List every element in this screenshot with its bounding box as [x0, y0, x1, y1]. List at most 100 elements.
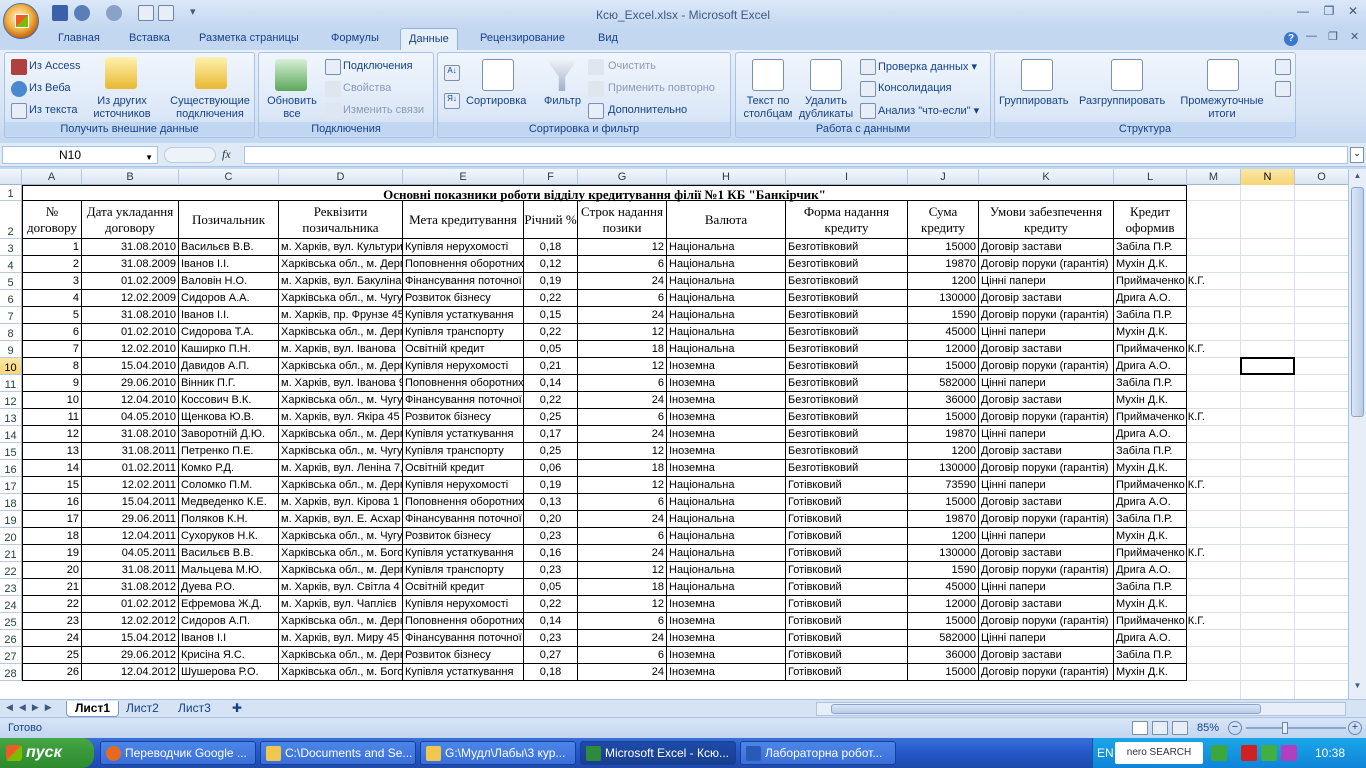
table-cell[interactable]: 45000: [908, 579, 979, 596]
table-cell[interactable]: м. Харків, вул. Світла 4: [279, 579, 403, 596]
from-access-button[interactable]: Из Access: [29, 60, 80, 72]
table-cell[interactable]: 6: [578, 290, 667, 307]
table-cell[interactable]: Петренко П.Е.: [179, 443, 279, 460]
row-header[interactable]: 11: [0, 375, 22, 392]
table-cell[interactable]: Купівля устаткування: [403, 426, 524, 443]
table-cell[interactable]: 12: [578, 324, 667, 341]
table-cell[interactable]: 12.04.2011: [82, 528, 179, 545]
table-cell[interactable]: 1200: [908, 528, 979, 545]
remove-duplicates-button[interactable]: Удалить дубликаты: [798, 95, 854, 121]
table-cell[interactable]: Готівковий: [786, 511, 908, 528]
task-word-lab[interactable]: Лабораторна робот...: [740, 741, 896, 765]
tab-view[interactable]: Вид: [598, 32, 618, 44]
column-title[interactable]: Річний %: [524, 201, 578, 239]
table-cell[interactable]: 29.06.2011: [82, 511, 179, 528]
tray-app-icon[interactable]: [1261, 745, 1277, 761]
table-cell[interactable]: Харківська обл., м. Дерг: [279, 477, 403, 494]
active-cell-selection[interactable]: [1240, 357, 1295, 375]
advanced-button[interactable]: Дополнительно: [608, 104, 687, 116]
table-cell[interactable]: Договір застави: [979, 494, 1114, 511]
table-cell[interactable]: 3: [22, 273, 82, 290]
row-header[interactable]: 17: [0, 477, 22, 494]
table-cell[interactable]: 0,12: [524, 256, 578, 273]
task-documents-folder[interactable]: C:\Documents and Se...: [260, 741, 416, 765]
tab-insert[interactable]: Вставка: [129, 32, 170, 44]
table-cell[interactable]: Освітній кредит: [403, 341, 524, 358]
table-cell[interactable]: 15000: [908, 664, 979, 681]
table-cell[interactable]: Національна: [667, 256, 786, 273]
table-cell[interactable]: Цінні папери: [979, 630, 1114, 647]
table-cell[interactable]: 15.04.2010: [82, 358, 179, 375]
table-cell[interactable]: Договір застави: [979, 392, 1114, 409]
show-detail-icon[interactable]: [1275, 59, 1291, 75]
table-cell[interactable]: 12: [578, 358, 667, 375]
row-header[interactable]: 5: [0, 273, 22, 290]
table-cell[interactable]: Цінні папери: [979, 375, 1114, 392]
row-header[interactable]: 9: [0, 341, 22, 358]
table-cell[interactable]: 0,27: [524, 647, 578, 664]
table-cell[interactable]: 73590: [908, 477, 979, 494]
table-cell[interactable]: Іноземна: [667, 647, 786, 664]
table-cell[interactable]: 0,13: [524, 494, 578, 511]
table-cell[interactable]: Поповнення оборотних: [403, 494, 524, 511]
column-header-f[interactable]: F: [524, 169, 578, 185]
table-cell[interactable]: 7: [22, 341, 82, 358]
sheet-title[interactable]: Основні показники роботи відділу кредиту…: [22, 185, 1187, 202]
arrow-icon[interactable]: [1211, 745, 1227, 761]
hide-detail-icon[interactable]: [1275, 81, 1291, 97]
table-cell[interactable]: Мальцева М.Ю.: [179, 562, 279, 579]
table-cell[interactable]: 0,18: [524, 664, 578, 681]
table-cell[interactable]: Цінні папери: [979, 324, 1114, 341]
tray-app2-icon[interactable]: [1281, 745, 1297, 761]
table-cell[interactable]: 20: [22, 562, 82, 579]
table-cell[interactable]: Національна: [667, 579, 786, 596]
table-cell[interactable]: 01.02.2011: [82, 460, 179, 477]
table-cell[interactable]: 18: [578, 341, 667, 358]
table-cell[interactable]: Дрига А.О.: [1114, 426, 1187, 443]
table-cell[interactable]: 130000: [908, 290, 979, 307]
table-cell[interactable]: Фінансування поточної: [403, 630, 524, 647]
table-cell[interactable]: 11: [22, 409, 82, 426]
table-cell[interactable]: Національна: [667, 511, 786, 528]
table-cell[interactable]: Купівля нерухомості: [403, 596, 524, 613]
column-title[interactable]: Мета кредитування: [403, 201, 524, 239]
row-header[interactable]: 7: [0, 307, 22, 324]
table-cell[interactable]: 24: [578, 511, 667, 528]
table-cell[interactable]: Іноземна: [667, 664, 786, 681]
row-header[interactable]: 26: [0, 630, 22, 647]
table-cell[interactable]: Васильєв В.В.: [179, 239, 279, 256]
table-cell[interactable]: 0,23: [524, 528, 578, 545]
table-cell[interactable]: 0,22: [524, 324, 578, 341]
table-cell[interactable]: Договір поруки (гарантія): [979, 460, 1114, 477]
table-cell[interactable]: Національна: [667, 562, 786, 579]
table-cell[interactable]: Національна: [667, 528, 786, 545]
table-cell[interactable]: 15: [22, 477, 82, 494]
table-cell[interactable]: Безготівковий: [786, 239, 908, 256]
table-cell[interactable]: Харківська обл., м. Бого: [279, 664, 403, 681]
scroll-up-icon[interactable]: ▲: [1351, 171, 1364, 185]
table-cell[interactable]: 15000: [908, 358, 979, 375]
row-header[interactable]: 15: [0, 443, 22, 460]
text-to-columns-button[interactable]: Текст по столбцам: [740, 95, 796, 121]
table-cell[interactable]: Безготівковий: [786, 375, 908, 392]
table-cell[interactable]: 8: [22, 358, 82, 375]
table-cell[interactable]: 0,06: [524, 460, 578, 477]
table-cell[interactable]: Харківська обл., м. Дерг: [279, 324, 403, 341]
table-cell[interactable]: 582000: [908, 375, 979, 392]
table-cell[interactable]: м. Харків, пр. Фрунзе 45: [279, 307, 403, 324]
table-cell[interactable]: Приймаченко К.Г.: [1114, 477, 1205, 494]
table-cell[interactable]: 01.02.2009: [82, 273, 179, 290]
table-cell[interactable]: м. Харків, вул. Чаплієв: [279, 596, 403, 613]
row-header[interactable]: 24: [0, 596, 22, 613]
column-header-k[interactable]: K: [979, 169, 1114, 185]
table-cell[interactable]: Медведенко К.Е.: [179, 494, 279, 511]
column-title[interactable]: № договору: [22, 201, 82, 239]
table-cell[interactable]: 12: [578, 477, 667, 494]
table-cell[interactable]: Безготівковий: [786, 290, 908, 307]
column-header-m[interactable]: M: [1187, 169, 1241, 185]
table-cell[interactable]: Безготівковий: [786, 392, 908, 409]
table-cell[interactable]: 31.08.2011: [82, 562, 179, 579]
table-cell[interactable]: Купівля нерухомості: [403, 239, 524, 256]
table-cell[interactable]: Готівковий: [786, 562, 908, 579]
table-cell[interactable]: 4: [22, 290, 82, 307]
